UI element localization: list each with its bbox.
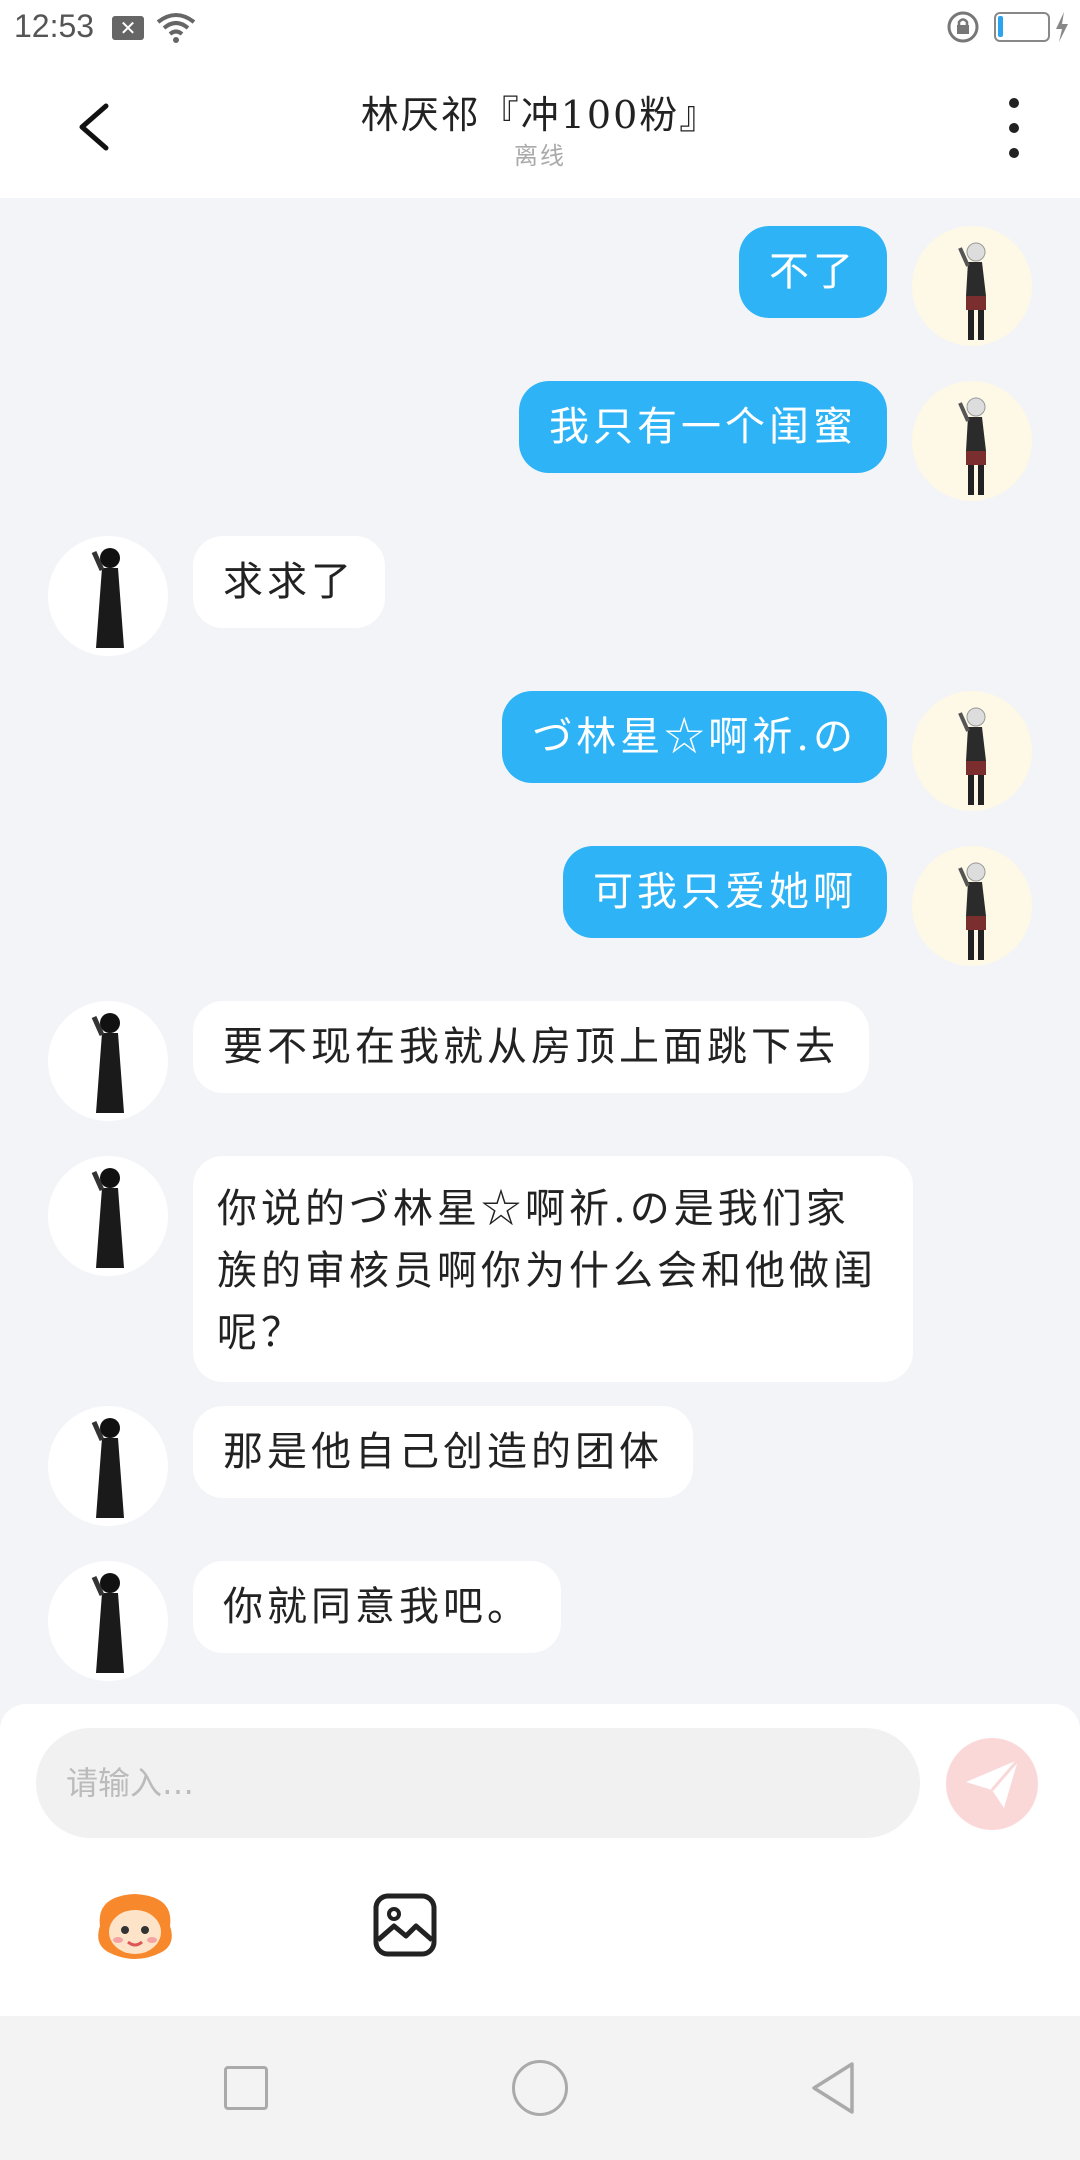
message-input-box[interactable] xyxy=(36,1728,920,1838)
message-row: 我只有一个闺蜜 xyxy=(0,381,1080,501)
message-row: 不了 xyxy=(0,226,1080,346)
message-row: 你说的づ林星☆啊祈.の是我们家族的审核员啊你为什么会和他做闺呢？ xyxy=(0,1156,1080,1382)
message-row: 要不现在我就从房顶上面跳下去 xyxy=(0,1001,1080,1121)
message-row: づ林星☆啊祈.の xyxy=(0,691,1080,811)
send-icon xyxy=(966,1759,1020,1808)
message-bubble[interactable]: 可我只爱她啊 xyxy=(563,846,887,938)
message-row: 求求了 xyxy=(0,536,1080,656)
my-avatar[interactable] xyxy=(912,381,1032,501)
my-avatar[interactable] xyxy=(912,226,1032,346)
system-nav-bar xyxy=(0,2016,1080,2160)
status-bar: 12:53 ✕ xyxy=(0,0,1080,56)
message-input[interactable] xyxy=(66,1728,886,1838)
message-bubble[interactable]: 你说的づ林星☆啊祈.の是我们家族的审核员啊你为什么会和他做闺呢？ xyxy=(193,1156,913,1382)
contact-avatar[interactable] xyxy=(48,1156,168,1276)
message-bubble[interactable]: 我只有一个闺蜜 xyxy=(519,381,887,473)
chat-title: 林厌祁『冲100粉』 xyxy=(360,93,720,137)
more-vertical-icon[interactable] xyxy=(1000,98,1028,158)
chat-header: 林厌祁『冲100粉』 离线 xyxy=(0,56,1080,198)
charging-icon xyxy=(1056,12,1068,42)
notification-icon: ✕ xyxy=(112,16,144,40)
nav-back-icon[interactable] xyxy=(808,2060,858,2116)
contact-avatar[interactable] xyxy=(48,1561,168,1681)
contact-avatar[interactable] xyxy=(48,1001,168,1121)
recent-apps-icon[interactable] xyxy=(224,2066,268,2110)
contact-avatar[interactable] xyxy=(48,1406,168,1526)
wifi-icon xyxy=(156,13,196,43)
online-status: 离线 xyxy=(514,142,566,170)
message-bubble[interactable]: づ林星☆啊祈.の xyxy=(502,691,887,783)
message-row: 你就同意我吧。 xyxy=(0,1561,1080,1681)
rotation-lock-icon xyxy=(947,11,979,43)
send-button[interactable] xyxy=(946,1738,1038,1830)
emoji-sticker-icon[interactable] xyxy=(92,1886,178,1962)
message-list[interactable]: 不了 我只有一个闺蜜 求求了 づ林星☆啊祈.の 可我只爱她啊 要不现在我就从房顶… xyxy=(0,198,1080,1698)
message-bubble[interactable]: 求求了 xyxy=(193,536,385,628)
home-icon[interactable] xyxy=(512,2060,568,2116)
message-row: 可我只爱她啊 xyxy=(0,846,1080,966)
status-time: 12:53 xyxy=(14,8,95,44)
image-icon[interactable] xyxy=(372,1892,438,1958)
message-bubble[interactable]: 要不现在我就从房顶上面跳下去 xyxy=(193,1001,869,1093)
message-bubble[interactable]: 那是他自己创造的团体 xyxy=(193,1406,693,1498)
my-avatar[interactable] xyxy=(912,846,1032,966)
message-bubble[interactable]: 不了 xyxy=(739,226,887,318)
my-avatar[interactable] xyxy=(912,691,1032,811)
battery-icon xyxy=(994,12,1050,42)
message-row: 那是他自己创造的团体 xyxy=(0,1406,1080,1526)
contact-avatar[interactable] xyxy=(48,536,168,656)
composer xyxy=(0,1704,1080,2016)
message-bubble[interactable]: 你就同意我吧。 xyxy=(193,1561,561,1653)
